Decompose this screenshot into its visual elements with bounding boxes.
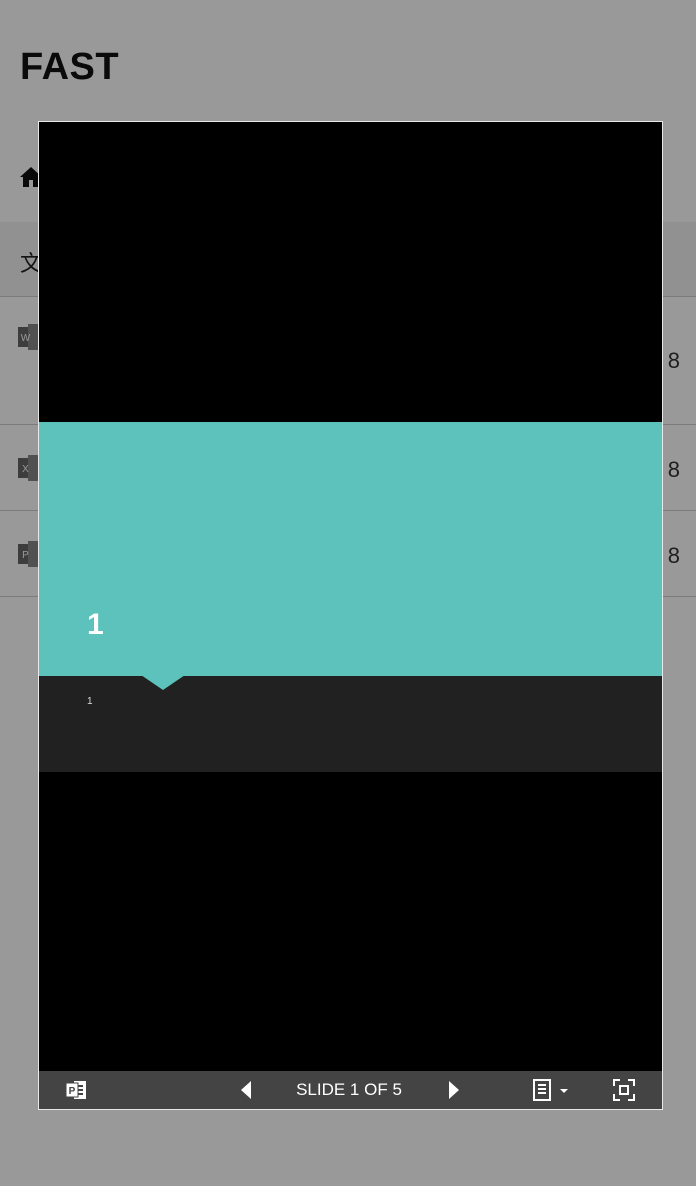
notes-menu-button[interactable]: [529, 1071, 573, 1109]
next-slide-icon: [449, 1081, 459, 1099]
presentation-viewer: 1 1 P SLIDE 1 OF 5: [38, 121, 663, 1110]
slide-counter: SLIDE 1 OF 5: [296, 1080, 402, 1099]
slide-footer-band: [39, 676, 662, 772]
fullscreen-button[interactable]: [609, 1071, 639, 1109]
viewer-toolbar: P SLIDE 1 OF 5: [39, 1071, 662, 1109]
svg-text:P: P: [69, 1086, 76, 1097]
previous-slide-icon: [241, 1081, 251, 1099]
previous-slide-button[interactable]: [233, 1071, 259, 1109]
powerpoint-app-button[interactable]: P: [63, 1071, 89, 1109]
powerpoint-icon: P: [65, 1081, 86, 1099]
slide-title-band: [39, 422, 662, 676]
fullscreen-icon: [613, 1079, 635, 1101]
notes-menu-icon: [533, 1079, 568, 1101]
slide-notch: [141, 675, 185, 690]
next-slide-button[interactable]: [441, 1071, 467, 1109]
slide-title: 1: [87, 608, 104, 641]
slide-canvas: 1 1: [39, 422, 662, 772]
slide-subtitle: 1: [87, 696, 93, 707]
